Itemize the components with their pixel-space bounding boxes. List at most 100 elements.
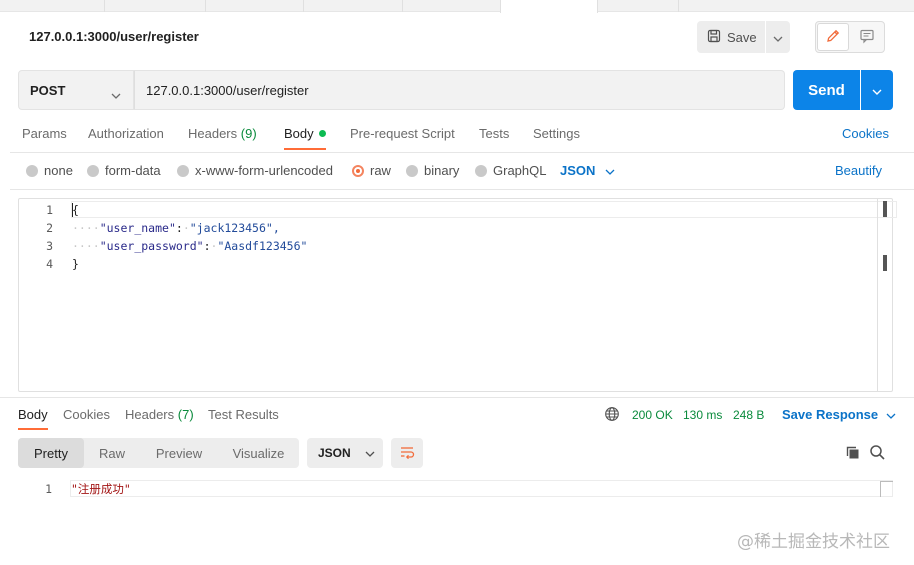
request-body-editor[interactable]: 1 { 2 ····"user_name":·"jack123456", 3 ·…	[18, 198, 897, 392]
body-indicator-dot	[318, 130, 326, 137]
radio-graphql[interactable]: GraphQL	[475, 163, 546, 178]
save-button[interactable]: Save	[697, 21, 765, 53]
tab-authorization[interactable]: Authorization	[88, 126, 164, 141]
body-language-select[interactable]: JSON	[560, 163, 615, 178]
code-text: ····"user_name":·"jack123456",	[72, 221, 280, 235]
beautify-link[interactable]: Beautify	[835, 163, 882, 178]
line-number: 1	[45, 482, 52, 496]
json-value: "jack123456",	[189, 221, 280, 235]
response-tab-body[interactable]: Body	[18, 407, 48, 422]
chevron-down-icon	[365, 446, 375, 460]
method-select[interactable]: POST	[18, 70, 134, 110]
tab-body-label: Body	[284, 126, 314, 141]
response-divider	[0, 397, 914, 398]
tab-body[interactable]: Body	[284, 126, 326, 141]
chevron-down-icon	[111, 87, 121, 102]
radio-circle	[26, 164, 38, 177]
code-line: 2 ····"user_name":·"jack123456",	[19, 219, 879, 237]
code-line: 4 }	[19, 255, 879, 273]
response-active-underline	[18, 428, 48, 430]
globe-icon[interactable]	[604, 406, 620, 425]
radio-label: binary	[424, 163, 460, 178]
radio-binary[interactable]: binary	[406, 163, 459, 178]
response-language-label: JSON	[318, 446, 351, 460]
chevron-down-icon	[886, 407, 896, 422]
radio-label: x-www-form-urlencoded	[195, 163, 333, 178]
tab-headers[interactable]: Headers (9)	[188, 126, 257, 141]
json-value: "Aasdf123456"	[217, 239, 308, 253]
request-tab-strip	[0, 0, 914, 13]
chevron-down-icon	[872, 83, 882, 98]
send-button[interactable]: Send	[793, 70, 860, 110]
cookies-link[interactable]: Cookies	[842, 126, 889, 141]
body-options-divider	[10, 189, 914, 190]
radio-label: raw	[370, 163, 391, 178]
radio-label: GraphQL	[493, 163, 547, 178]
save-response-label: Save Response	[782, 407, 879, 422]
code-text: {	[72, 203, 79, 217]
tab-pre-request-script[interactable]: Pre-request Script	[350, 126, 455, 141]
response-scrollbar-thumb[interactable]	[880, 481, 893, 497]
save-response-button[interactable]: Save Response	[782, 407, 896, 422]
save-dropdown-button[interactable]	[766, 21, 790, 53]
editor-scroll-marker	[883, 255, 887, 271]
chevron-down-icon	[605, 163, 615, 178]
response-status[interactable]: 200 OK	[632, 408, 673, 422]
radio-circle	[475, 164, 487, 177]
code-text: ····"user_password":·"Aasdf123456"	[72, 239, 308, 253]
tab-tests[interactable]: Tests	[479, 126, 509, 141]
view-visualize-button[interactable]: Visualize	[220, 438, 297, 468]
response-time[interactable]: 130 ms	[683, 408, 722, 422]
line-number: 4	[46, 257, 53, 271]
line-number: 3	[46, 239, 53, 253]
json-key: "user_name"	[99, 221, 176, 235]
response-tab-test-results[interactable]: Test Results	[208, 407, 279, 422]
copy-icon[interactable]	[845, 445, 861, 464]
code-line: 1 {	[19, 201, 897, 219]
tab-headers-label: Headers	[188, 126, 238, 141]
pencil-icon	[825, 28, 841, 47]
editor-scrollbar-thumb[interactable]	[883, 201, 887, 217]
send-dropdown-button[interactable]	[861, 70, 893, 110]
response-tab-cookies[interactable]: Cookies	[63, 407, 110, 422]
url-input[interactable]: 127.0.0.1:3000/user/register	[134, 70, 785, 110]
tab-params[interactable]: Params	[22, 126, 67, 141]
active-request-tab[interactable]	[500, 0, 598, 13]
language-label: JSON	[560, 163, 596, 178]
method-label: POST	[30, 82, 66, 98]
headers-count: (9)	[240, 126, 257, 141]
wrap-lines-button[interactable]	[391, 438, 423, 468]
radio-x-www-form-urlencoded[interactable]: x-www-form-urlencoded	[177, 163, 333, 178]
active-line-highlight	[71, 201, 897, 218]
line-number: 2	[46, 221, 53, 235]
response-tab-headers[interactable]: Headers (7)	[125, 407, 194, 422]
radio-circle-selected	[352, 164, 364, 177]
view-raw-button[interactable]: Raw	[86, 438, 138, 468]
response-size[interactable]: 248 B	[733, 408, 764, 422]
response-headers-count: (7)	[177, 407, 194, 422]
radio-label: none	[44, 163, 73, 178]
active-tab-underline	[284, 148, 326, 150]
search-icon[interactable]	[869, 444, 886, 464]
tabs-divider	[10, 152, 914, 153]
response-headers-label: Headers	[125, 407, 175, 422]
text-cursor	[72, 203, 73, 217]
comments-button[interactable]	[850, 23, 883, 51]
watermark: @稀土掘金技术社区	[737, 532, 890, 552]
editor-scrollbar-track	[877, 198, 878, 392]
code-text: }	[72, 257, 79, 271]
radio-form-data[interactable]: form-data	[87, 163, 161, 178]
radio-raw[interactable]: raw	[352, 163, 391, 178]
tab-settings[interactable]: Settings	[533, 126, 580, 141]
edit-mode-button[interactable]	[817, 23, 849, 51]
code-line: 3 ····"user_password":·"Aasdf123456"	[19, 237, 879, 255]
radio-none[interactable]: none	[26, 163, 73, 178]
request-title: 127.0.0.1:3000/user/register	[29, 29, 199, 44]
view-pretty-button[interactable]: Pretty	[18, 438, 84, 468]
radio-circle	[406, 164, 418, 177]
view-preview-button[interactable]: Preview	[142, 438, 216, 468]
radio-circle	[177, 164, 189, 177]
response-language-select[interactable]: JSON	[307, 438, 383, 468]
active-line-highlight	[70, 480, 893, 497]
radio-label: form-data	[105, 163, 161, 178]
